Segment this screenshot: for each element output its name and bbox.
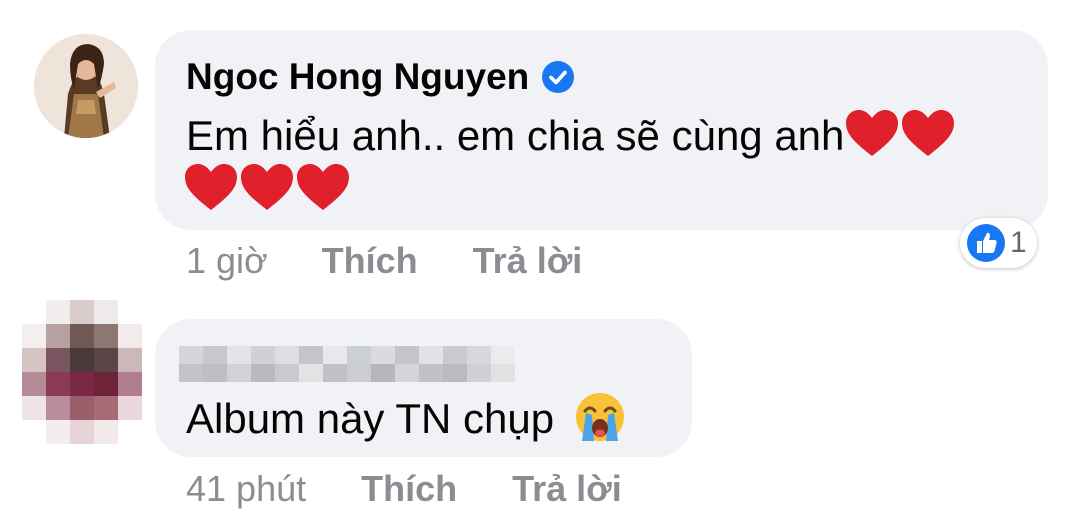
comment-bubble: Album này TN chụp xyxy=(155,319,692,457)
comment-text: Album này TN chụp xyxy=(186,391,628,446)
pixelated-avatar-image xyxy=(22,300,142,444)
comment-text: Em hiểu anh.. em chia sẽ cùng anh xyxy=(186,108,956,163)
verified-badge-icon xyxy=(542,61,575,93)
comment-bubble: Ngoc Hong Nguyen Em hiểu anh.. em chia s… xyxy=(155,30,1048,230)
comment-actions: 41 phút Thích Trả lời xyxy=(186,468,622,510)
red-heart-icon xyxy=(185,164,237,210)
author-name-text[interactable]: Ngoc Hong Nguyen xyxy=(186,56,529,98)
comment-2: Album này TN chụp 41 phút Thích Trả lời xyxy=(0,290,1080,526)
avatar-pixelated[interactable] xyxy=(22,300,142,444)
comment-text-line1: Em hiểu anh.. em chia sẽ cùng anh xyxy=(186,112,845,159)
reply-button[interactable]: Trả lời xyxy=(473,240,583,282)
like-button[interactable]: Thích xyxy=(361,468,457,510)
comment-text-content: Album này TN chụp xyxy=(186,395,555,442)
comment-actions: 1 giờ Thích Trả lời xyxy=(186,240,582,282)
comment-1: Ngoc Hong Nguyen Em hiểu anh.. em chia s… xyxy=(0,0,1080,290)
red-heart-icon xyxy=(241,164,293,210)
author-name[interactable]: Ngoc Hong Nguyen xyxy=(186,56,575,98)
red-heart-icon xyxy=(297,164,349,210)
loudly-crying-face-icon xyxy=(575,393,624,441)
timestamp[interactable]: 41 phút xyxy=(186,468,306,510)
avatar[interactable] xyxy=(34,34,138,138)
comment-text-line2 xyxy=(183,162,351,217)
like-button[interactable]: Thích xyxy=(322,240,418,282)
reaction-summary[interactable]: 1 xyxy=(960,218,1037,268)
avatar-photo xyxy=(34,34,138,138)
like-icon xyxy=(967,224,1005,262)
red-heart-icon xyxy=(846,110,899,156)
author-name-blurred[interactable] xyxy=(179,346,515,382)
red-heart-icon xyxy=(902,110,955,156)
timestamp[interactable]: 1 giờ xyxy=(186,240,268,282)
reply-button[interactable]: Trả lời xyxy=(512,468,622,510)
reaction-count: 1 xyxy=(1010,226,1027,259)
